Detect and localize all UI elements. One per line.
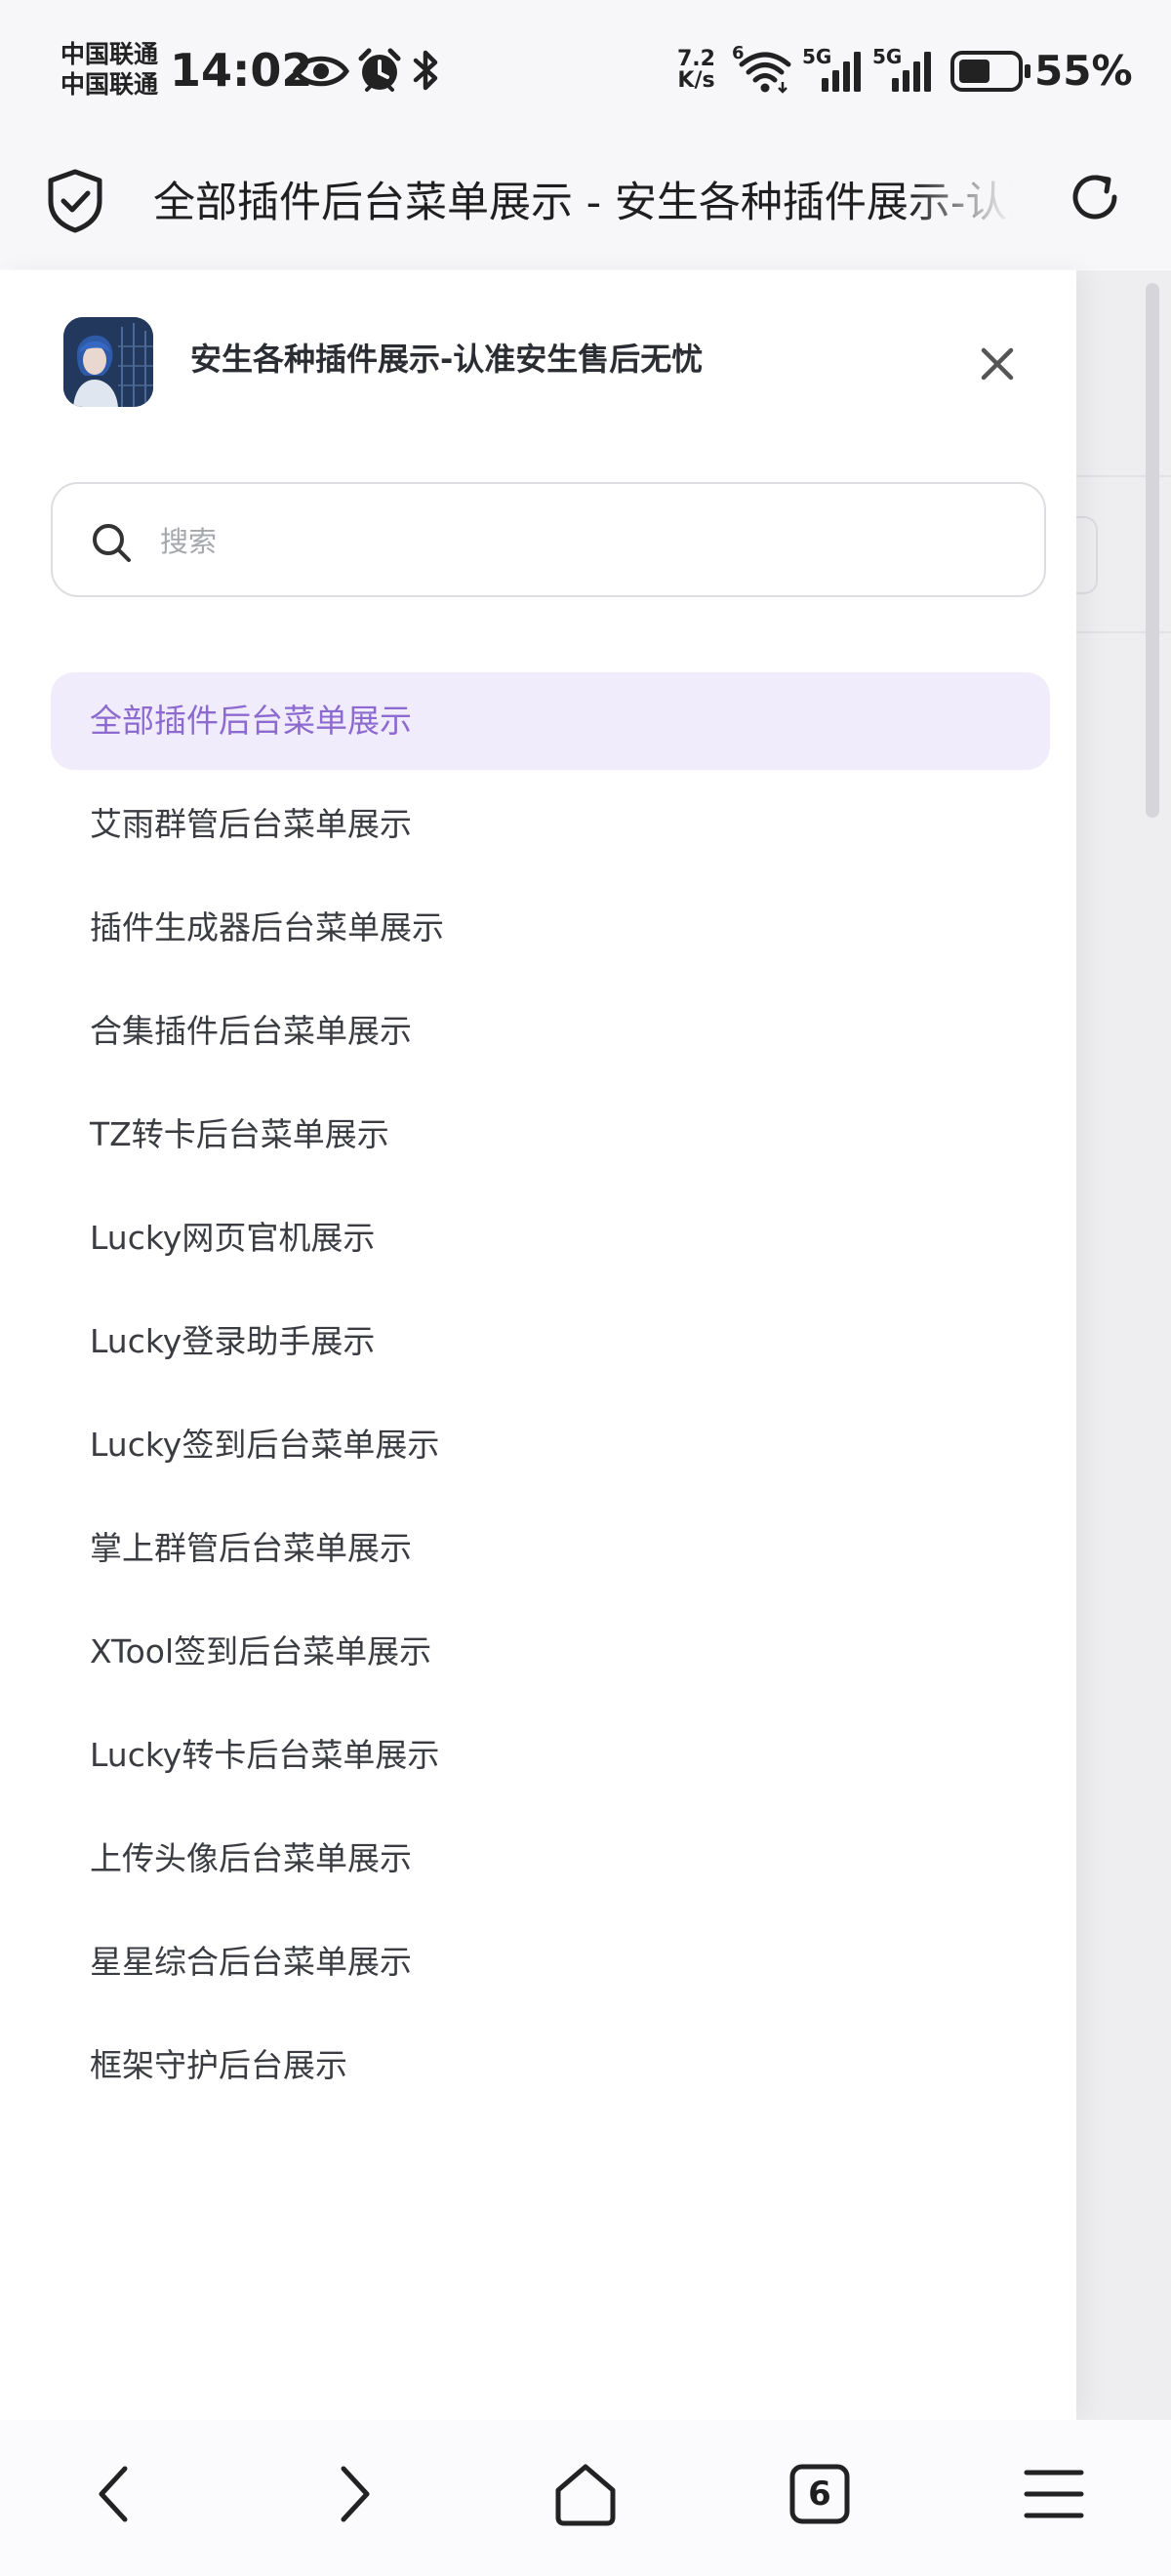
carrier-2: 中国联通 [61,70,159,99]
menu-item[interactable]: 合集插件后台菜单展示 [51,983,1050,1080]
net-speed-unit: K/s [677,68,715,93]
search-box[interactable] [51,482,1046,597]
menu-item[interactable]: Lucky网页官机展示 [51,1189,1050,1287]
wifi-label: 6 [732,43,745,63]
shield-check-icon[interactable] [45,168,105,234]
carrier-names: 中国联通 中国联通 [61,39,158,100]
navigation-drawer: 安生各种插件展示-认准安生售后无忧 全部插件后台菜单展示艾雨群管后台菜单展示插件… [0,270,1076,2420]
site-avatar [63,317,153,407]
signal-icon [892,52,931,92]
menu-item[interactable]: Lucky登录助手展示 [51,1293,1050,1390]
menu-list: 全部插件后台菜单展示 艾雨群管后台菜单展示 插件生成器后台菜单展示 合集插件后台菜单展… [51,672,1050,2120]
avatar-illustration [63,317,153,407]
menu-item[interactable]: Lucky转卡后台菜单展示 [51,1707,1050,1804]
page-title[interactable]: 全部插件后台菜单展示 - 安生各种插件展示-认准安生售后无忧 [153,174,1012,232]
alarm-icon [358,48,401,92]
menu-item[interactable]: 艾雨群管后台菜单展示 [51,776,1050,873]
home-icon[interactable] [537,2445,634,2543]
battery-percent: 55% [1034,47,1133,95]
refresh-icon[interactable] [1064,166,1126,228]
address-bar: 全部插件后台菜单展示 - 安生各种插件展示-认准安生售后无忧 [0,137,1171,269]
menu-item[interactable]: 星星综合后台菜单展示 [51,1913,1050,2011]
search-icon [93,524,131,562]
menu-item[interactable]: Lucky签到后台菜单展示 [51,1396,1050,1494]
menu-item[interactable]: 掌上群管后台菜单展示 [51,1500,1050,1597]
status-time: 14:02 [170,44,313,97]
tab-count: 6 [808,2475,831,2514]
battery-icon [950,51,1030,92]
menu-item[interactable]: XTool签到后台菜单展示 [51,1603,1050,1701]
close-icon[interactable] [968,335,1027,393]
menu-item[interactable]: TZ转卡后台菜单展示 [51,1086,1050,1184]
signal-icon [822,52,861,92]
tabs-button[interactable]: 6 [771,2445,868,2543]
carrier-1: 中国联通 [61,40,159,68]
net-speed: 7.2 K/s [677,49,715,92]
bottom-navigation: 6 [0,2420,1171,2576]
forward-icon[interactable] [303,2445,400,2543]
menu-icon[interactable] [1005,2445,1103,2543]
site-name: 安生各种插件展示-认准安生售后无忧 [190,341,704,378]
status-bar: 中国联通 中国联通 14:02 7.2 K/s 6 5G 5G 55% [0,0,1171,137]
menu-item[interactable]: 上传头像后台菜单展示 [51,1810,1050,1908]
menu-item[interactable]: 框架守护后台展示 [51,2017,1050,2114]
menu-item[interactable]: 插件生成器后台菜单展示 [51,879,1050,977]
search-input[interactable] [158,503,1001,580]
eye-icon [293,56,349,87]
back-icon[interactable] [68,2445,166,2543]
scrollbar-thumb[interactable] [1146,283,1159,818]
net-speed-value: 7.2 [677,47,715,71]
bluetooth-icon [413,50,438,91]
menu-item[interactable]: 全部插件后台菜单展示 [51,672,1050,770]
